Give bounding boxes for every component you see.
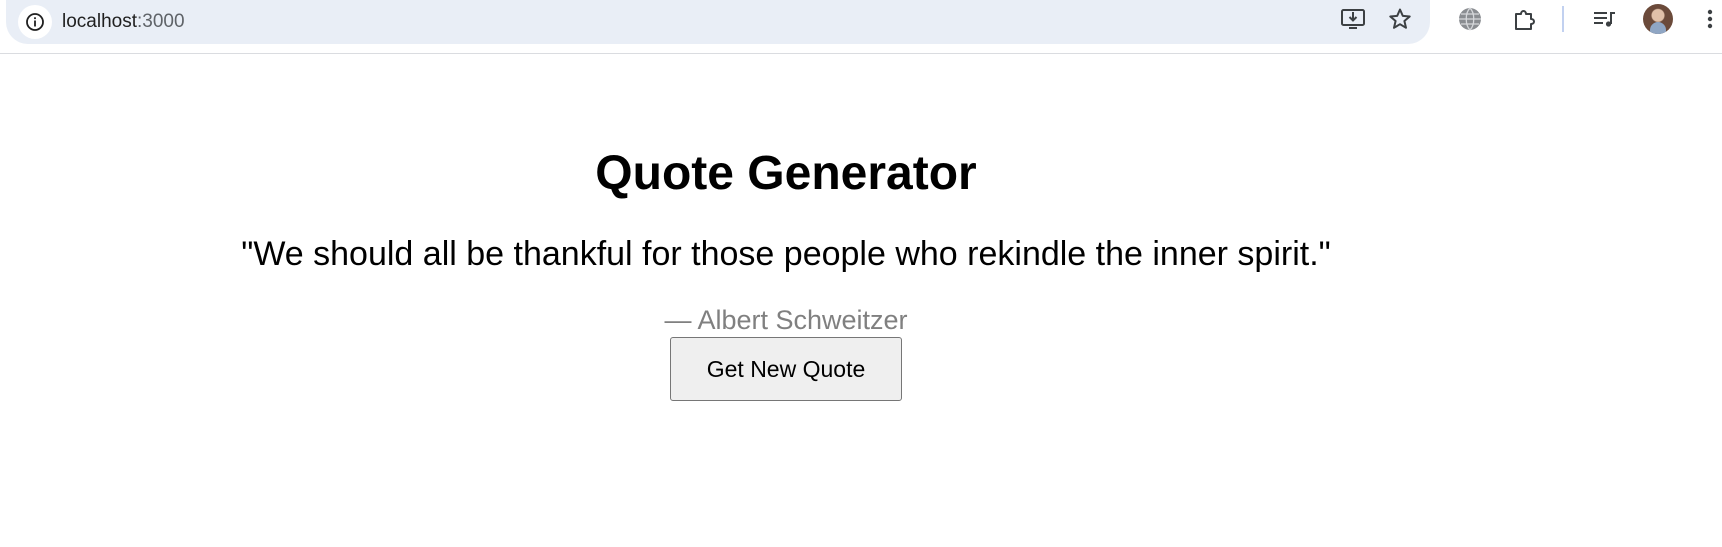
url-text[interactable]: localhost:3000 — [62, 10, 185, 34]
browser-toolbar: localhost:3000 — [0, 0, 1722, 54]
more-vert-icon[interactable] — [1700, 5, 1720, 33]
get-new-quote-button[interactable]: Get New Quote — [670, 337, 902, 401]
install-app-icon[interactable] — [1339, 5, 1367, 33]
address-bar[interactable]: localhost:3000 — [6, 0, 1430, 44]
media-queue-icon[interactable] — [1591, 5, 1619, 33]
toolbar-divider — [1562, 6, 1564, 32]
quote-text: "We should all be thankful for those peo… — [241, 235, 1331, 273]
puzzle-icon[interactable] — [1511, 5, 1539, 33]
url-host: localhost — [62, 11, 137, 32]
url-port: :3000 — [137, 11, 185, 32]
globe-icon[interactable] — [1456, 5, 1484, 33]
quote-author: — Albert Schweitzer — [664, 305, 908, 335]
info-icon[interactable] — [18, 5, 52, 39]
star-icon[interactable] — [1386, 5, 1414, 33]
page-title: Quote Generator — [595, 147, 977, 200]
avatar[interactable] — [1643, 4, 1673, 34]
